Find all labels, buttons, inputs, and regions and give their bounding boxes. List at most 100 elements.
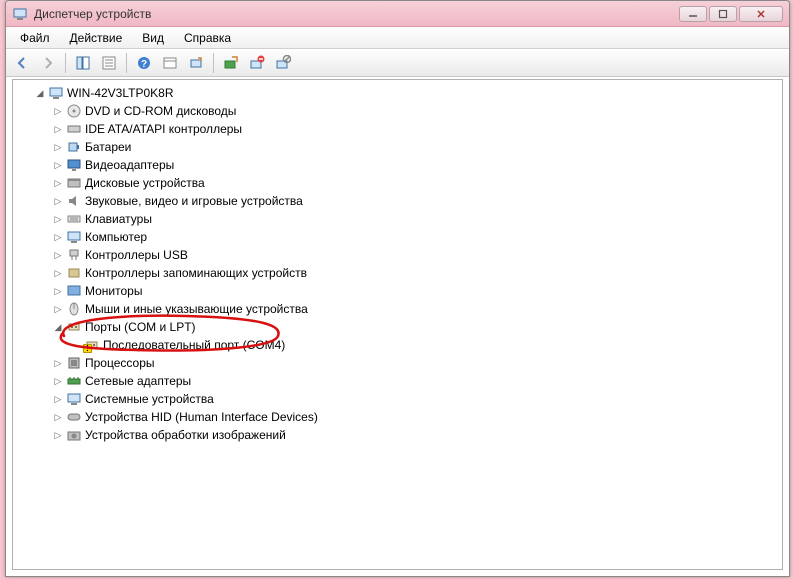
tree-category[interactable]: ▷ IDE ATA/ATAPI контроллеры	[15, 120, 780, 138]
collapse-icon[interactable]: ◢	[53, 322, 63, 332]
category-label: Звуковые, видео и игровые устройства	[85, 194, 303, 208]
view-button[interactable]	[158, 52, 182, 74]
category-label: Батареи	[85, 140, 131, 154]
expand-icon[interactable]: ▷	[53, 304, 63, 314]
expand-icon[interactable]: ▷	[53, 160, 63, 170]
disable-button[interactable]	[271, 52, 295, 74]
category-label: Видеоадаптеры	[85, 158, 174, 172]
window-controls	[679, 6, 783, 22]
category-icon	[66, 103, 82, 119]
menubar: Файл Действие Вид Справка	[6, 27, 789, 49]
expand-icon[interactable]: ▷	[53, 394, 63, 404]
menu-file[interactable]: Файл	[12, 29, 58, 47]
expand-icon[interactable]: ▷	[53, 430, 63, 440]
category-label: Мониторы	[85, 284, 142, 298]
category-label: IDE ATA/ATAPI контроллеры	[85, 122, 242, 136]
tree-category[interactable]: ▷ DVD и CD-ROM дисководы	[15, 102, 780, 120]
warning-badge-icon: !	[83, 344, 92, 353]
category-label: Устройства обработки изображений	[85, 428, 286, 442]
expander-spacer	[71, 340, 81, 350]
category-icon	[66, 283, 82, 299]
port-icon: !	[84, 337, 100, 353]
expand-icon[interactable]: ▷	[53, 124, 63, 134]
forward-button[interactable]	[36, 52, 60, 74]
category-icon	[66, 175, 82, 191]
category-label: Дисковые устройства	[85, 176, 205, 190]
tree-category[interactable]: ▷ Системные устройства	[15, 390, 780, 408]
uninstall-button[interactable]	[245, 52, 269, 74]
expand-icon[interactable]: ▷	[53, 412, 63, 422]
tree-category[interactable]: ▷ Батареи	[15, 138, 780, 156]
svg-text:?: ?	[141, 59, 147, 70]
menu-view[interactable]: Вид	[134, 29, 172, 47]
expand-icon[interactable]: ▷	[53, 142, 63, 152]
root-label: WIN-42V3LTP0K8R	[67, 86, 173, 100]
scan-hardware-button[interactable]	[184, 52, 208, 74]
show-hide-tree-button[interactable]	[71, 52, 95, 74]
category-label: Клавиатуры	[85, 212, 152, 226]
tree-category[interactable]: ▷ Звуковые, видео и игровые устройства	[15, 192, 780, 210]
category-label: Сетевые адаптеры	[85, 374, 191, 388]
back-button[interactable]	[10, 52, 34, 74]
category-label: Системные устройства	[85, 392, 214, 406]
category-icon	[66, 211, 82, 227]
tree-root[interactable]: ◢ WIN-42V3LTP0K8R	[15, 84, 780, 102]
category-icon	[66, 373, 82, 389]
category-icon	[66, 193, 82, 209]
device-manager-window: Диспетчер устройств Файл Действие Вид Сп…	[5, 0, 790, 577]
expand-icon[interactable]: ▷	[53, 214, 63, 224]
tree-category[interactable]: ▷ Клавиатуры	[15, 210, 780, 228]
toolbar: ?	[6, 49, 789, 77]
toolbar-separator	[213, 53, 214, 73]
ports-label: Порты (COM и LPT)	[85, 320, 196, 334]
expand-icon[interactable]: ▷	[53, 106, 63, 116]
port-icon	[66, 319, 82, 335]
collapse-icon[interactable]: ◢	[35, 88, 45, 98]
tree-category[interactable]: ▷ Видеоадаптеры	[15, 156, 780, 174]
properties-button[interactable]	[97, 52, 121, 74]
tree-item-com-port[interactable]: ! Последовательный порт (COM4)	[15, 336, 780, 354]
tree-category[interactable]: ▷ Дисковые устройства	[15, 174, 780, 192]
tree-category[interactable]: ▷ Устройства обработки изображений	[15, 426, 780, 444]
category-icon	[66, 121, 82, 137]
device-tree[interactable]: ◢ WIN-42V3LTP0K8R ▷ DVD и CD-ROM дисковод…	[12, 79, 783, 570]
category-label: Мыши и иные указывающие устройства	[85, 302, 308, 316]
expand-icon[interactable]: ▷	[53, 358, 63, 368]
toolbar-separator	[126, 53, 127, 73]
category-icon	[66, 391, 82, 407]
category-icon	[66, 409, 82, 425]
expand-icon[interactable]: ▷	[53, 178, 63, 188]
expand-icon[interactable]: ▷	[53, 232, 63, 242]
tree-category[interactable]: ▷ Контроллеры запоминающих устройств	[15, 264, 780, 282]
tree-category[interactable]: ▷Компьютер	[15, 228, 780, 246]
expand-icon[interactable]: ▷	[53, 286, 63, 296]
help-button[interactable]: ?	[132, 52, 156, 74]
tree-category[interactable]: ▷Устройства HID (Human Interface Devices…	[15, 408, 780, 426]
menu-action[interactable]: Действие	[62, 29, 131, 47]
category-icon	[66, 139, 82, 155]
expand-icon[interactable]: ▷	[53, 376, 63, 386]
category-label: Контроллеры запоминающих устройств	[85, 266, 307, 280]
tree-category[interactable]: ▷Процессоры	[15, 354, 780, 372]
titlebar[interactable]: Диспетчер устройств	[6, 1, 789, 27]
app-icon	[12, 6, 28, 22]
menu-help[interactable]: Справка	[176, 29, 239, 47]
tree-category-ports[interactable]: ◢ Порты (COM и LPT)	[15, 318, 780, 336]
tree-category[interactable]: ▷ Мыши и иные указывающие устройства	[15, 300, 780, 318]
expand-icon[interactable]: ▷	[53, 250, 63, 260]
maximize-button[interactable]	[709, 6, 737, 22]
category-icon	[66, 157, 82, 173]
tree-category[interactable]: ▷ Сетевые адаптеры	[15, 372, 780, 390]
close-button[interactable]	[739, 6, 783, 22]
com-port-label: Последовательный порт (COM4)	[103, 338, 285, 352]
computer-icon	[48, 85, 64, 101]
update-driver-button[interactable]	[219, 52, 243, 74]
window-title: Диспетчер устройств	[34, 7, 679, 21]
tree-category[interactable]: ▷Контроллеры USB	[15, 246, 780, 264]
category-label: DVD и CD-ROM дисководы	[85, 104, 236, 118]
minimize-button[interactable]	[679, 6, 707, 22]
tree-category[interactable]: ▷ Мониторы	[15, 282, 780, 300]
category-icon	[66, 265, 82, 281]
expand-icon[interactable]: ▷	[53, 268, 63, 278]
expand-icon[interactable]: ▷	[53, 196, 63, 206]
